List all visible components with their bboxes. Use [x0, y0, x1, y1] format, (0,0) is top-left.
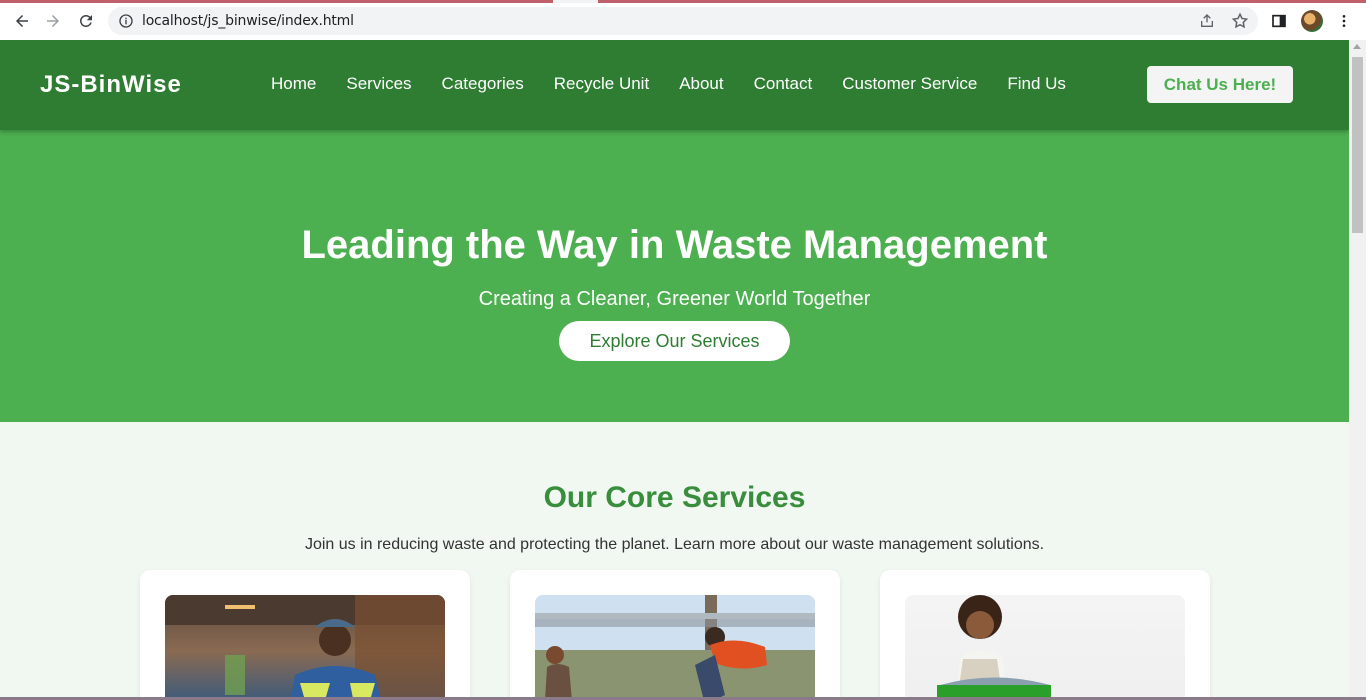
- side-panel-icon[interactable]: [1271, 13, 1287, 29]
- reload-icon: [79, 14, 92, 27]
- worker-sorting-waste-image: [165, 595, 445, 697]
- star-icon[interactable]: [1231, 12, 1249, 30]
- child-recycling-image: [905, 595, 1185, 697]
- forward-button[interactable]: [38, 6, 68, 36]
- nav-home[interactable]: Home: [271, 74, 316, 94]
- reload-button[interactable]: [71, 6, 101, 36]
- explore-services-button[interactable]: Explore Our Services: [559, 321, 790, 361]
- page-viewport: JS-BinWise Home Services Categories Recy…: [0, 40, 1349, 697]
- kebab-menu-icon[interactable]: [1336, 12, 1352, 30]
- hero-section: Leading the Way in Waste Management Crea…: [0, 130, 1349, 422]
- nav-categories[interactable]: Categories: [442, 74, 524, 94]
- worker-illustration: [165, 595, 445, 697]
- scroll-up-arrow-icon[interactable]: [1353, 44, 1361, 49]
- site-header: JS-BinWise Home Services Categories Recy…: [0, 40, 1349, 130]
- profile-avatar[interactable]: [1301, 10, 1323, 32]
- nav-find-us[interactable]: Find Us: [1007, 74, 1066, 94]
- service-card[interactable]: [140, 570, 470, 697]
- address-bar[interactable]: localhost/js_binwise/index.html: [108, 7, 1258, 35]
- main-nav: Home Services Categories Recycle Unit Ab…: [271, 74, 1096, 94]
- arrow-left-icon: [16, 15, 28, 27]
- browser-toolbar: localhost/js_binwise/index.html: [0, 3, 1366, 40]
- nav-about[interactable]: About: [679, 74, 723, 94]
- hero-subtitle: Creating a Cleaner, Greener World Togeth…: [478, 288, 871, 310]
- arrow-right-icon: [47, 15, 59, 27]
- scrollbar-thumb[interactable]: [1352, 57, 1363, 233]
- people-collecting-litter-image: [535, 595, 815, 697]
- site-logo[interactable]: JS-BinWise: [40, 71, 182, 99]
- page-scrollbar[interactable]: [1349, 40, 1366, 697]
- child-recycling-illustration: [937, 595, 1051, 697]
- service-card[interactable]: [880, 570, 1210, 697]
- nav-contact[interactable]: Contact: [754, 74, 813, 94]
- chat-us-button[interactable]: Chat Us Here!: [1147, 66, 1293, 103]
- nav-services[interactable]: Services: [346, 74, 411, 94]
- back-button[interactable]: [7, 6, 37, 36]
- url-text[interactable]: localhost/js_binwise/index.html: [142, 13, 354, 29]
- info-icon[interactable]: [118, 13, 134, 29]
- nav-customer-service[interactable]: Customer Service: [842, 74, 977, 94]
- services-description: Join us in reducing waste and protecting…: [304, 536, 1045, 553]
- share-icon[interactable]: [1199, 13, 1215, 29]
- services-title: Our Core Services: [543, 481, 806, 514]
- service-card[interactable]: [510, 570, 840, 697]
- hero-title: Leading the Way in Waste Management: [301, 223, 1048, 267]
- litter-collection-illustration: [535, 595, 815, 697]
- nav-recycle-unit[interactable]: Recycle Unit: [554, 74, 649, 94]
